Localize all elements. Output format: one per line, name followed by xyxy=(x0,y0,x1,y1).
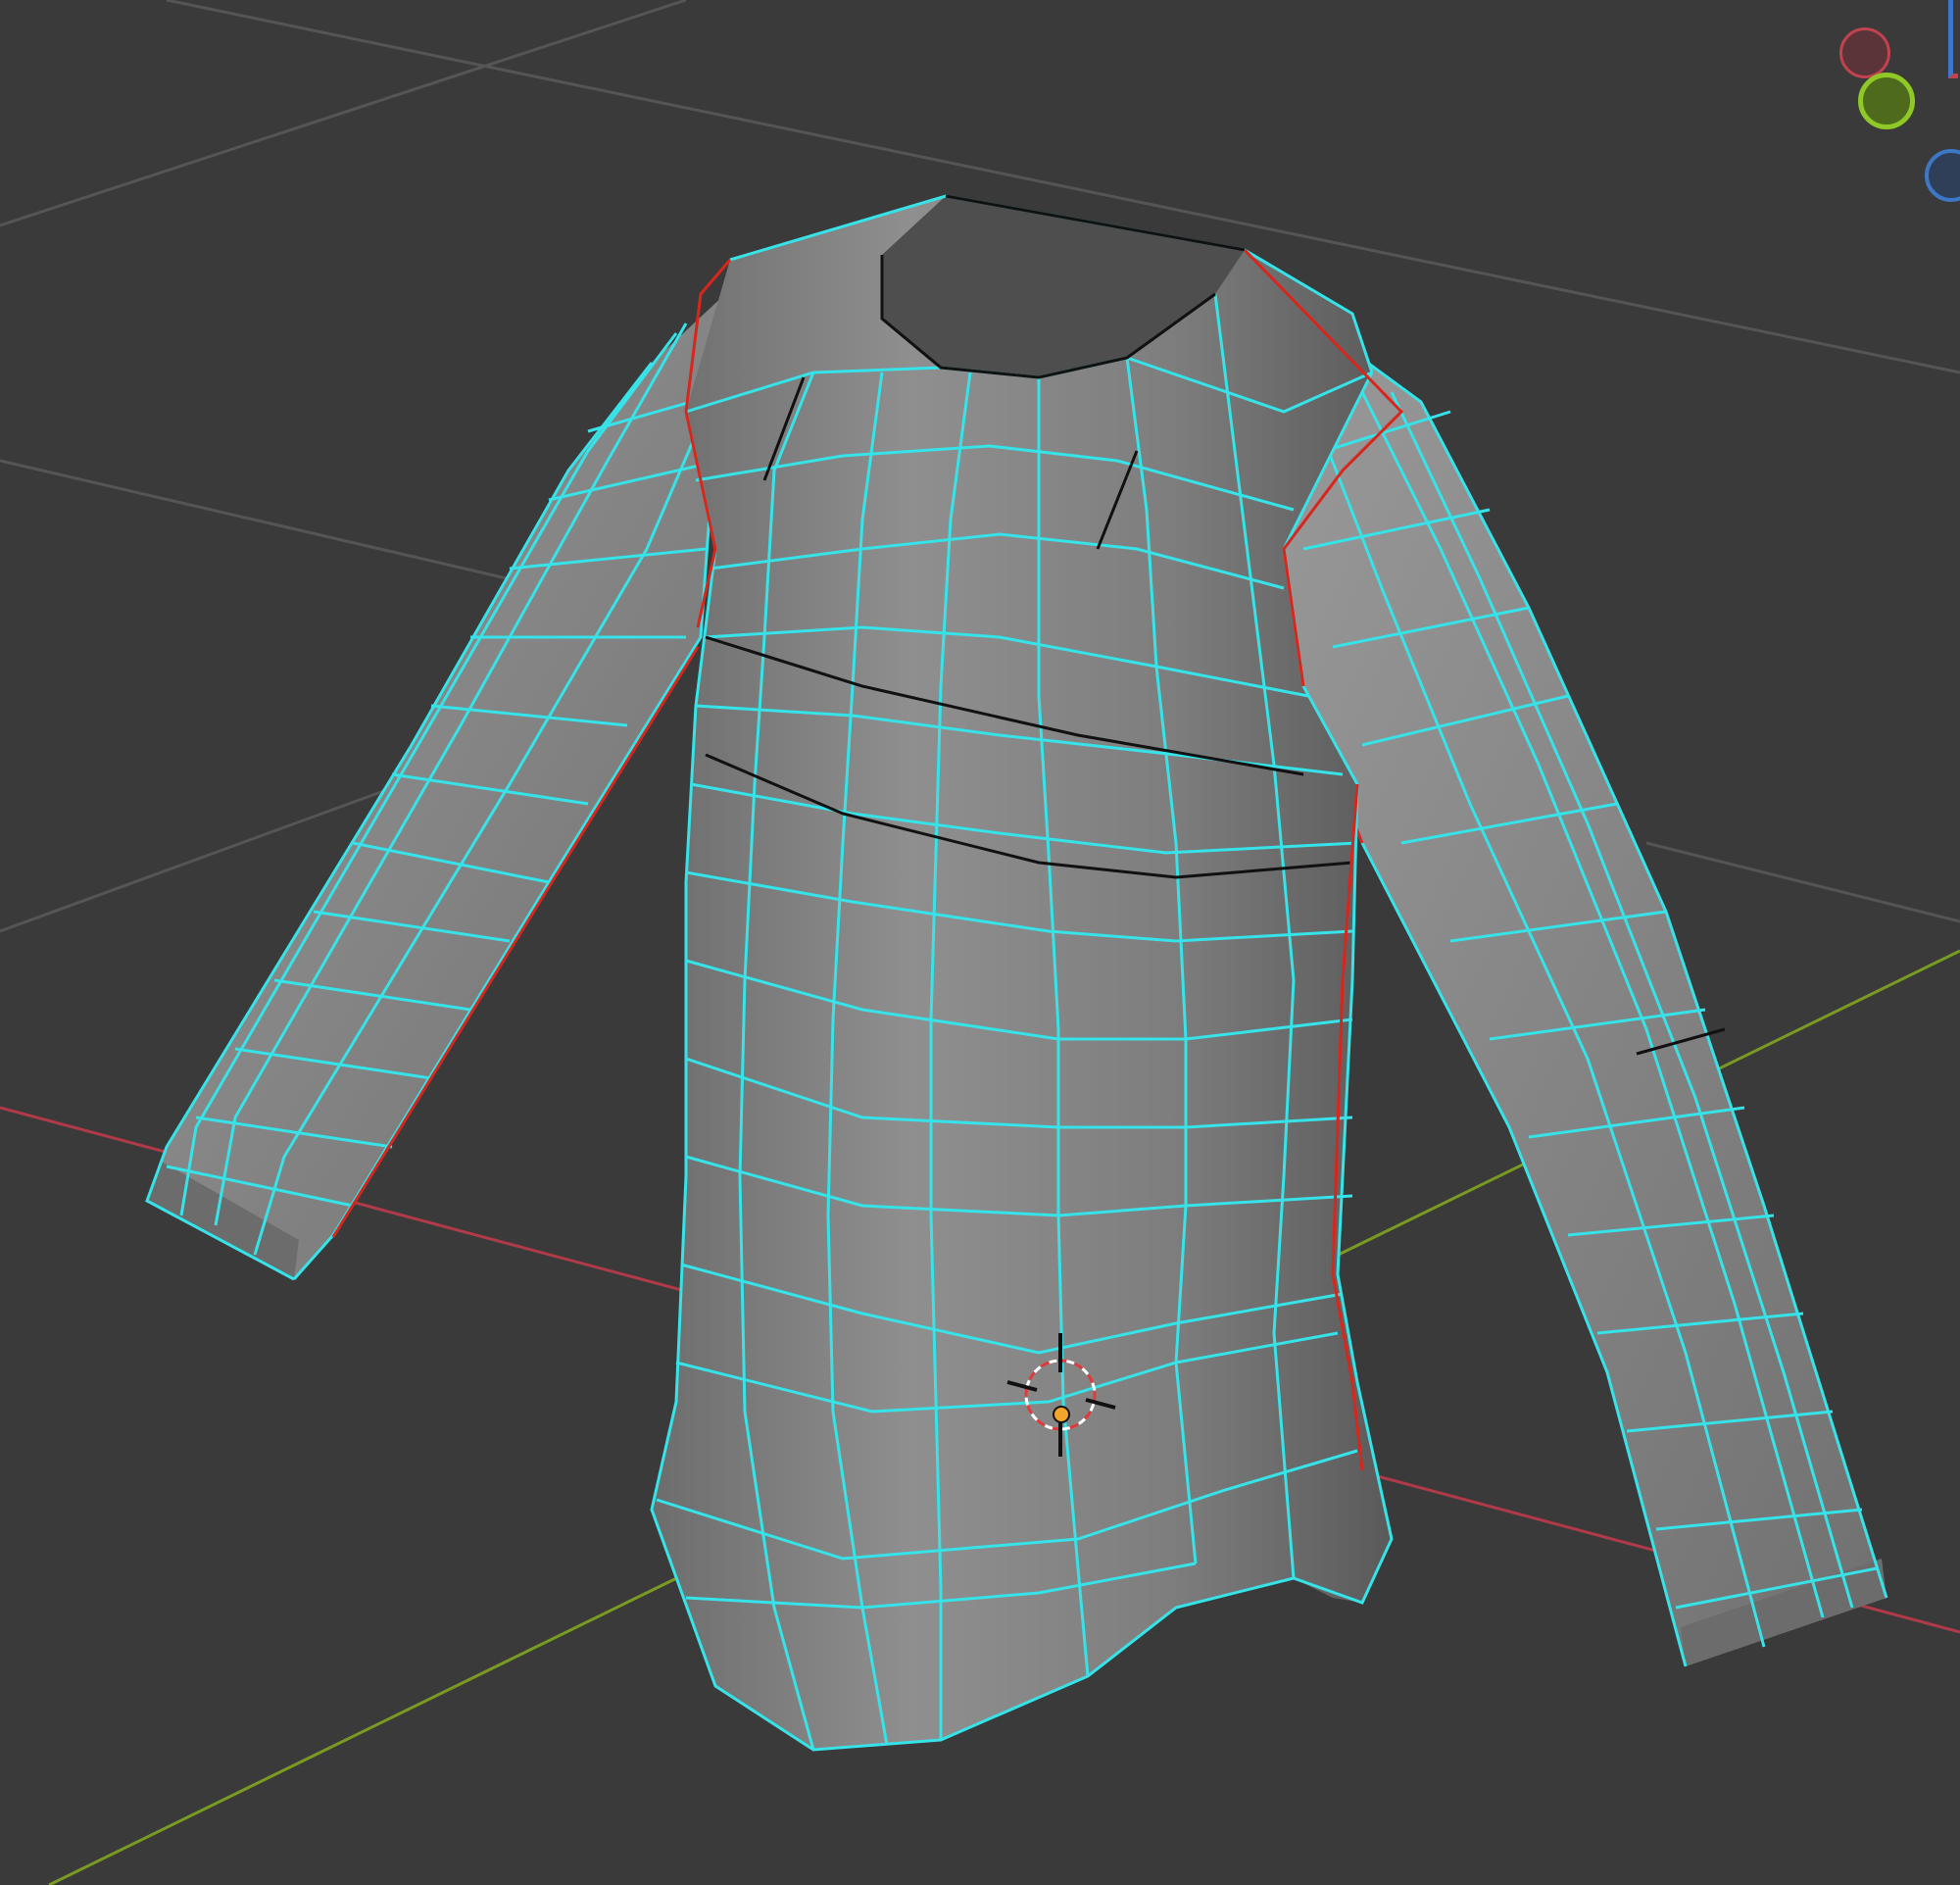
3d-viewport[interactable] xyxy=(0,0,1960,1885)
shirt-torso[interactable] xyxy=(650,194,1404,1752)
axis-x-icon[interactable] xyxy=(1839,27,1890,78)
axis-z-icon[interactable] xyxy=(1925,149,1960,202)
object-origin-icon xyxy=(1053,1406,1070,1423)
viewport-scene[interactable] xyxy=(0,0,1960,1885)
axis-y-icon[interactable] xyxy=(1858,73,1915,129)
left-sleeve[interactable] xyxy=(145,293,727,1281)
navigation-gizmo[interactable] xyxy=(1823,0,1960,225)
gizmo-axis-stub xyxy=(1948,0,1958,78)
